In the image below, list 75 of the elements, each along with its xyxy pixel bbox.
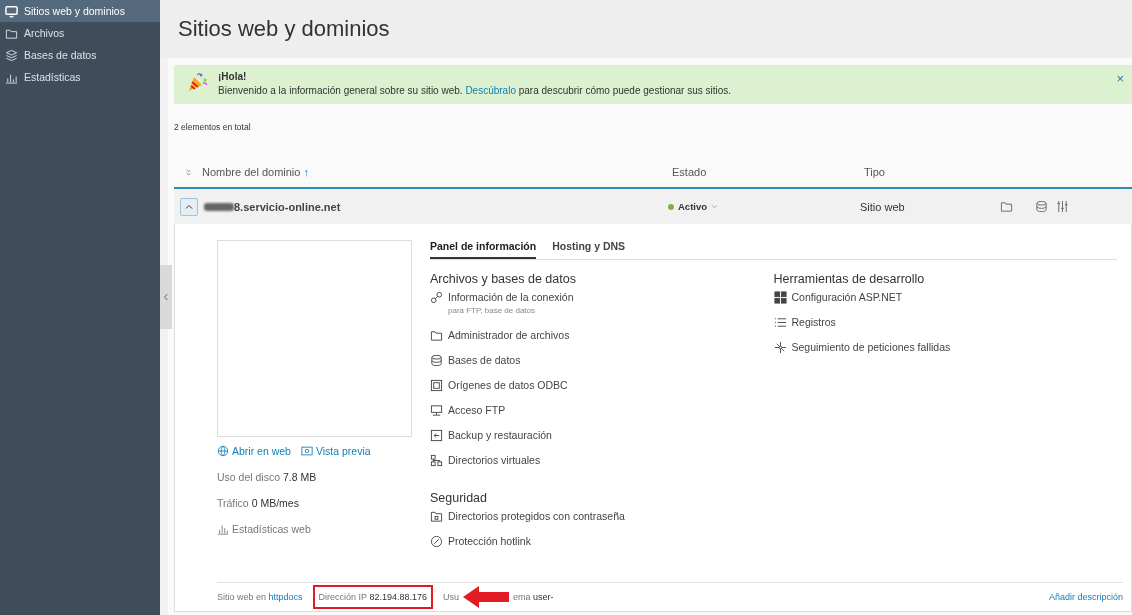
link-note: para FTP, base de datos bbox=[448, 306, 537, 315]
link-icon bbox=[430, 291, 443, 304]
system-user: ema user- bbox=[513, 592, 554, 602]
collapse-handle[interactable] bbox=[160, 265, 172, 329]
folder-icon bbox=[430, 329, 443, 342]
chevron-icon bbox=[163, 292, 169, 301]
sidebar-item[interactable]: Estadísticas bbox=[0, 66, 160, 88]
link-label[interactable]: Información de la conexión bbox=[448, 291, 574, 303]
sidebar-item[interactable]: Archivos bbox=[0, 22, 160, 44]
menu-link[interactable]: Protección hotlink bbox=[430, 535, 774, 560]
sliders-icon bbox=[1056, 200, 1069, 213]
network-icon bbox=[773, 341, 787, 354]
column-header[interactable]: Nombre del dominio ↑ bbox=[202, 166, 309, 178]
domain-name[interactable]: 8.servicio-online.net bbox=[204, 200, 668, 213]
sidebar-item[interactable]: Bases de datos bbox=[0, 44, 160, 66]
user-label: Usu bbox=[443, 592, 459, 602]
sidebar-label[interactable]: Archivos bbox=[24, 27, 65, 39]
section-title: Archivos y bases de datos bbox=[430, 272, 577, 286]
party-popper-icon bbox=[186, 71, 208, 93]
menu-link[interactable]: Orígenes de datos ODBC bbox=[430, 379, 774, 404]
banner-title: ¡Hola! bbox=[218, 71, 248, 82]
globe-icon bbox=[217, 445, 229, 457]
status-dropdown[interactable]: Activo bbox=[668, 201, 860, 212]
sidebar-label[interactable]: Bases de datos bbox=[24, 49, 97, 61]
bar-chart-icon bbox=[217, 523, 229, 535]
web-stats-link[interactable]: Estadísticas web bbox=[217, 523, 412, 535]
document-root: Sitio web en httpdocs bbox=[217, 592, 303, 602]
chevron-icon bbox=[185, 203, 193, 210]
caret-icon bbox=[711, 204, 719, 209]
sidebar-label[interactable]: Estadísticas bbox=[24, 71, 81, 83]
close-button[interactable]: × bbox=[1116, 71, 1124, 86]
section-title: Seguridad bbox=[430, 491, 488, 505]
type-cell: Sitio web bbox=[860, 200, 905, 213]
computer-icon bbox=[430, 404, 443, 417]
page-title: Sitios web y dominios bbox=[178, 16, 390, 42]
database-icon bbox=[430, 354, 443, 367]
sitemap-icon bbox=[430, 454, 443, 467]
menu-link[interactable]: Configuración ASP.NET bbox=[773, 291, 1117, 316]
traffic: Tráfico 0 MB/mes bbox=[217, 497, 300, 509]
expand-toggle[interactable] bbox=[180, 197, 198, 216]
layers-icon bbox=[5, 48, 18, 62]
open-web-link[interactable]: Abrir en web bbox=[217, 445, 291, 457]
database-icon bbox=[1035, 200, 1048, 213]
section-title: Herramientas de desarrollo bbox=[773, 272, 926, 286]
menu-link[interactable]: Backup y restauración bbox=[430, 429, 774, 454]
tab[interactable]: Panel de información bbox=[430, 240, 537, 259]
folder-icon bbox=[1000, 200, 1013, 213]
banner-text: Bienvenido a la información general sobre su sitio web. Descúbralo para descubrir cómo puede gestionar sus sitios. bbox=[218, 85, 733, 96]
column-header: Estado bbox=[672, 166, 707, 178]
grid-icon bbox=[773, 291, 787, 304]
menu-link[interactable]: Acceso FTP bbox=[430, 404, 774, 429]
menu-link[interactable]: Administrador de archivos bbox=[430, 329, 774, 354]
backup-icon bbox=[430, 429, 443, 442]
annotation-arrow bbox=[463, 586, 509, 608]
disk-usage: Uso del disco 7.8 MB bbox=[217, 471, 318, 483]
menu-link[interactable]: Seguimiento de peticiones fallidas bbox=[773, 341, 1117, 366]
collapse-all-icon bbox=[183, 167, 193, 177]
menu-link[interactable]: Directorios protegidos con contraseña bbox=[430, 510, 774, 535]
menu-link[interactable]: Directorios virtuales bbox=[430, 454, 774, 479]
menu-link[interactable]: Bases de datos bbox=[430, 354, 774, 379]
menu-link[interactable]: Registros bbox=[773, 316, 1117, 341]
sidebar-label[interactable]: Sitios web y dominios bbox=[24, 5, 125, 17]
preview-link[interactable]: Vista previa bbox=[300, 445, 371, 457]
list-icon bbox=[773, 316, 787, 329]
httpdocs-link[interactable]: httpdocs bbox=[268, 592, 303, 602]
tab[interactable]: Hosting y DNS bbox=[552, 240, 626, 259]
menu-link[interactable]: Información de la conexión para FTP, base de datos bbox=[430, 291, 774, 329]
discover-link[interactable]: Descúbralo bbox=[465, 85, 516, 96]
ip-address: Dirección IP 82.194.88.176 bbox=[312, 585, 433, 609]
preview-icon bbox=[300, 445, 313, 457]
monitor-icon bbox=[5, 4, 18, 18]
column-header: Tipo bbox=[864, 166, 885, 178]
add-description-link[interactable]: Añadir descripción bbox=[1048, 592, 1123, 602]
sidebar-item[interactable]: Sitios web y dominios bbox=[0, 0, 160, 22]
item-count: 2 elementos en total bbox=[174, 122, 252, 132]
